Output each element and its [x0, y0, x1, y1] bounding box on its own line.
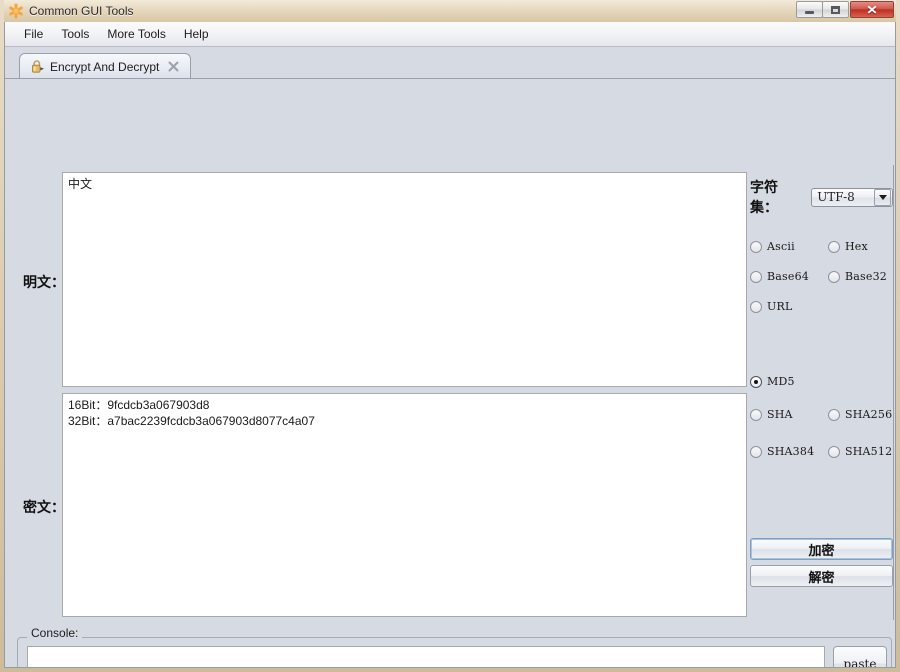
maximize-icon [831, 5, 840, 14]
radio-sha[interactable]: SHA [750, 408, 822, 421]
radio-sha384[interactable]: SHA384 [750, 445, 822, 458]
hash-radio-row-1: MD5 [750, 375, 801, 388]
radio-indicator [828, 270, 840, 283]
main-content: 明文： 密文： 中文 16Bit：9fcdcb3a067903d8 32Bit：… [5, 79, 895, 667]
encoding-radio-row-1: Ascii Hex [750, 240, 874, 253]
radio-label: URL [767, 300, 793, 313]
charset-selected-value: UTF-8 [817, 190, 855, 204]
encrypt-button[interactable]: 加密 [750, 538, 893, 560]
minimize-button[interactable] [796, 1, 823, 18]
radio-label: Base64 [767, 270, 809, 283]
plaintext-label: 明文： [23, 275, 65, 291]
radio-indicator [828, 408, 840, 421]
radio-indicator [750, 270, 762, 283]
radio-hex[interactable]: Hex [828, 240, 868, 253]
menu-item-help[interactable]: Help [175, 24, 218, 44]
charset-label: 字符集： [750, 180, 778, 216]
radio-sha512[interactable]: SHA512 [828, 445, 892, 458]
radio-indicator [750, 445, 762, 458]
menu-item-file[interactable]: File [15, 24, 52, 44]
radio-label: SHA256 [845, 408, 893, 421]
close-button[interactable]: ✕ [850, 1, 894, 18]
minimize-icon [805, 10, 814, 14]
radio-sha256[interactable]: SHA256 [828, 408, 892, 421]
window-controls: ✕ [796, 1, 894, 18]
radio-label: MD5 [767, 375, 795, 388]
window-title: Common GUI Tools [29, 4, 134, 18]
asterisk-icon [8, 3, 24, 19]
charset-row: 字符集： UTF-8 [750, 177, 893, 217]
ciphertext-textarea[interactable]: 16Bit：9fcdcb3a067903d8 32Bit：a7bac2239fc… [62, 393, 747, 617]
console-label: Console: [27, 626, 83, 640]
radio-ascii[interactable]: Ascii [750, 240, 822, 253]
radio-label: Ascii [767, 240, 795, 253]
application-window: Common GUI Tools ✕ File Tools More Tools… [0, 0, 900, 672]
menu-item-more-tools[interactable]: More Tools [98, 24, 174, 44]
charset-select[interactable]: UTF-8 [811, 187, 893, 207]
radio-label: Base32 [845, 270, 887, 283]
radio-indicator [828, 445, 840, 458]
options-panel: 字符集： UTF-8 Ascii Hex Base64 Base32 URL M… [750, 167, 893, 617]
tab-encrypt-and-decrypt[interactable]: Encrypt And Decrypt [19, 53, 192, 79]
radio-label: SHA512 [845, 445, 893, 458]
tab-strip: Encrypt And Decrypt [5, 47, 895, 79]
radio-label: SHA384 [767, 445, 815, 458]
close-icon: ✕ [866, 2, 878, 17]
close-x-icon[interactable] [167, 60, 180, 73]
console-textarea[interactable] [27, 646, 825, 667]
encoding-radio-row-2: Base64 Base32 [750, 270, 893, 283]
radio-indicator [750, 240, 762, 253]
radio-label: Hex [845, 240, 868, 253]
radio-indicator [750, 408, 762, 421]
hash-radio-row-3: SHA384 SHA512 [750, 445, 895, 458]
decrypt-button[interactable]: 解密 [750, 565, 893, 587]
radio-indicator [828, 240, 840, 253]
plaintext-textarea[interactable]: 中文 [62, 172, 747, 387]
radio-label: SHA [767, 408, 793, 421]
radio-base32[interactable]: Base32 [828, 270, 887, 283]
padlock-icon [30, 59, 45, 74]
ciphertext-label: 密文： [23, 500, 65, 516]
console-panel: Console: paste clear [17, 626, 892, 667]
encoding-radio-row-3: URL [750, 300, 798, 313]
tab-label: Encrypt And Decrypt [50, 59, 160, 74]
panel-divider [893, 165, 894, 620]
radio-indicator [750, 375, 762, 388]
hash-radio-row-2: SHA SHA256 [750, 408, 895, 421]
radio-url[interactable]: URL [750, 300, 792, 313]
title-bar: Common GUI Tools ✕ [4, 0, 896, 22]
menu-bar: File Tools More Tools Help [5, 22, 895, 47]
radio-md5[interactable]: MD5 [750, 375, 795, 388]
client-area: File Tools More Tools Help Encrypt And D… [4, 22, 896, 668]
maximize-button[interactable] [822, 1, 849, 18]
radio-indicator [750, 300, 762, 313]
chevron-down-icon[interactable] [874, 188, 891, 206]
paste-button[interactable]: paste [833, 646, 887, 667]
menu-item-tools[interactable]: Tools [52, 24, 98, 44]
radio-base64[interactable]: Base64 [750, 270, 822, 283]
